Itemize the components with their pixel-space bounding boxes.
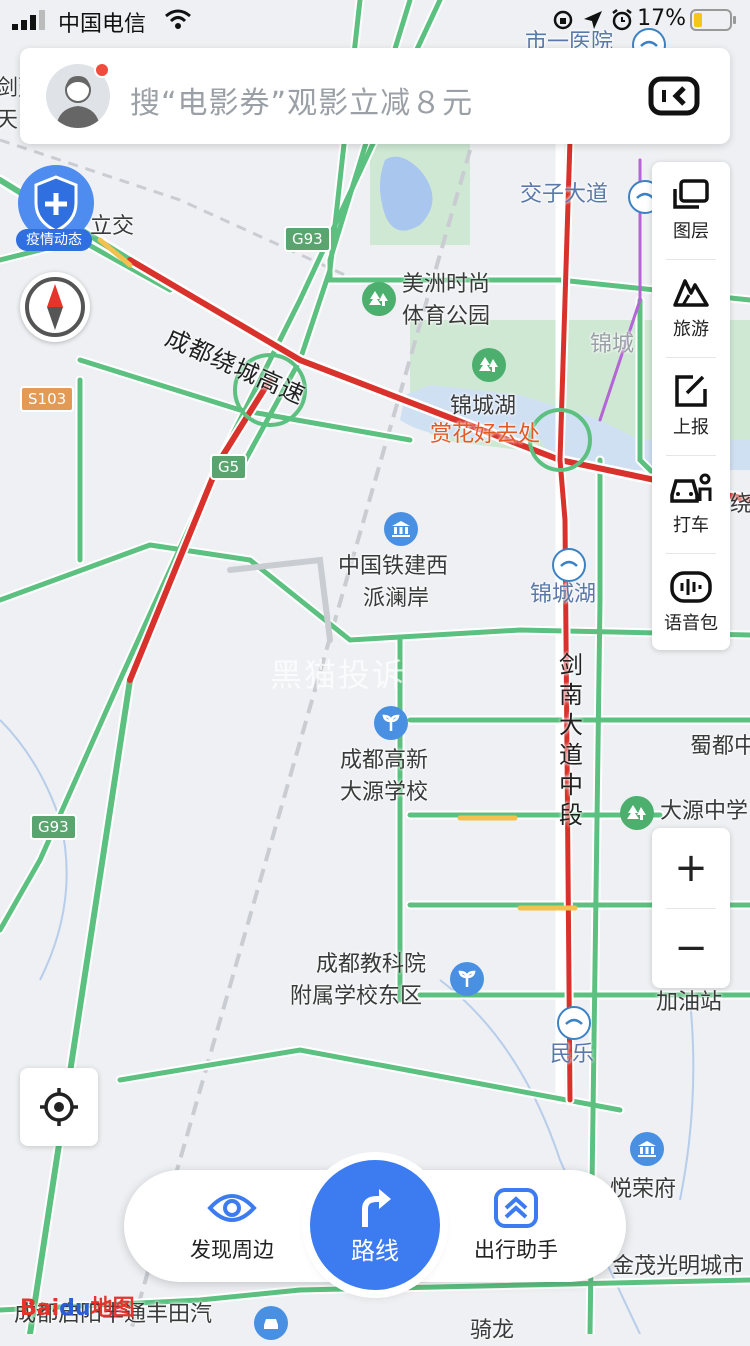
- metro-icon[interactable]: [552, 548, 586, 582]
- poi-jincheng-lake[interactable]: 锦城湖: [450, 392, 516, 422]
- map-toolbar: 图层 旅游 上报 打车 语音包: [652, 162, 730, 650]
- discover-nearby-button[interactable]: 发现周边: [162, 1188, 302, 1264]
- travel-assistant-button[interactable]: 出行助手: [446, 1188, 586, 1264]
- signal-icon: [12, 10, 45, 30]
- crosshair-icon: [40, 1088, 78, 1126]
- poi-jinmao[interactable]: 金茂光明城市: [612, 1252, 744, 1282]
- label-flowers[interactable]: 赏花好去处: [430, 420, 540, 450]
- metro-icon[interactable]: [557, 1006, 591, 1040]
- report-icon: [675, 375, 707, 407]
- locate-button[interactable]: [20, 1068, 98, 1146]
- shield-g93-top: G93: [284, 226, 331, 252]
- bottom-nav-label: 发现周边: [190, 1238, 274, 1262]
- compass-icon: [25, 277, 85, 337]
- wifi-icon: [165, 9, 191, 29]
- poi-gaoxin-1[interactable]: 成都高新: [340, 746, 428, 776]
- bottom-nav-label: 出行助手: [474, 1238, 558, 1262]
- road-label-jiannan: 剑南大道中段: [559, 651, 583, 829]
- watermark: 黑猫投诉: [270, 656, 407, 694]
- eye-icon: [207, 1194, 257, 1222]
- tool-voice-pack[interactable]: 语音包: [652, 554, 730, 650]
- route-label: 路线: [351, 1236, 399, 1265]
- poi-dayuan[interactable]: 大源中学: [660, 797, 748, 827]
- tool-label: 旅游: [673, 319, 709, 340]
- poi-crcc-2[interactable]: 派澜岸: [363, 584, 429, 614]
- zoom-in-button[interactable]: +: [652, 828, 730, 908]
- metro-jiaozi[interactable]: 交子大道: [520, 180, 608, 210]
- label-rao: 绕: [730, 492, 750, 517]
- alarm-icon: [612, 9, 632, 31]
- taxi-icon: [670, 473, 712, 503]
- label-jilong: 骑龙: [470, 1318, 515, 1343]
- battery-percent: 17%: [637, 6, 686, 31]
- poi-gaoxin-2[interactable]: 大源学校: [340, 778, 428, 808]
- zoom-control: + −: [652, 828, 730, 988]
- travel-icon: [673, 279, 709, 307]
- park-icon[interactable]: [362, 282, 396, 316]
- metro-minle[interactable]: 民乐: [550, 1040, 594, 1070]
- rotation-lock-icon: [553, 10, 573, 30]
- poi-jky-1[interactable]: 成都教科院: [316, 950, 426, 980]
- school-icon[interactable]: [374, 706, 408, 740]
- tool-label: 图层: [673, 221, 709, 242]
- assistant-icon: [494, 1188, 538, 1228]
- label-jincheng-edge: 锦城: [590, 332, 635, 357]
- school-icon[interactable]: [450, 962, 484, 996]
- park-icon[interactable]: [620, 796, 654, 830]
- poi-jky-2[interactable]: 附属学校东区: [290, 982, 422, 1012]
- layers-icon: [673, 179, 709, 209]
- status-bar: 中国电信 17%: [0, 0, 750, 40]
- tool-label: 上报: [673, 417, 709, 438]
- carrier-label: 中国电信: [58, 12, 147, 37]
- search-input[interactable]: 搜“电影券”观影立减８元: [130, 78, 473, 122]
- shield-g93-bottom: G93: [30, 814, 77, 840]
- shield-s103: S103: [20, 386, 75, 412]
- label-shudu: 蜀都中: [690, 734, 750, 759]
- logo-map: 地图: [90, 1296, 135, 1321]
- epidemic-label: 疫情动态: [16, 229, 92, 251]
- poi-meizhou-2[interactable]: 体育公园: [402, 302, 490, 332]
- metro-jincheng[interactable]: 锦城湖: [530, 580, 596, 610]
- tool-layers[interactable]: 图层: [652, 162, 730, 258]
- zoom-out-button[interactable]: −: [652, 908, 730, 988]
- baidu-map-logo: Baidu地图: [20, 1290, 135, 1322]
- tool-taxi[interactable]: 打车: [652, 456, 730, 552]
- search-bar[interactable]: 搜“电影券”观影立减８元: [20, 48, 730, 144]
- car-icon[interactable]: [254, 1306, 288, 1340]
- poi-meizhou-1[interactable]: 美洲时尚: [402, 270, 490, 300]
- notification-dot: [94, 62, 110, 78]
- tool-report[interactable]: 上报: [652, 358, 730, 454]
- route-button[interactable]: 路线: [310, 1160, 440, 1290]
- compass-button[interactable]: [20, 272, 90, 342]
- building-icon[interactable]: [384, 512, 418, 546]
- turn-right-arrow-icon: [362, 1188, 391, 1227]
- logo-du: du: [59, 1296, 91, 1321]
- tool-label: 打车: [673, 515, 709, 536]
- label-gas-station[interactable]: 加油站: [656, 988, 722, 1018]
- epidemic-button[interactable]: 疫情动态: [12, 165, 100, 253]
- building-icon[interactable]: [630, 1132, 664, 1166]
- poi-crcc-1[interactable]: 中国铁建西: [338, 552, 448, 582]
- shield-g5: G5: [210, 454, 248, 480]
- scan-icon[interactable]: [648, 76, 700, 116]
- voice-pack-icon: [670, 571, 712, 603]
- battery-icon: [690, 9, 736, 31]
- tool-label: 语音包: [664, 613, 718, 634]
- tool-travel[interactable]: 旅游: [652, 260, 730, 356]
- logo-bai: Bai: [20, 1296, 60, 1321]
- park-icon[interactable]: [472, 348, 506, 382]
- location-arrow-icon: [584, 11, 602, 29]
